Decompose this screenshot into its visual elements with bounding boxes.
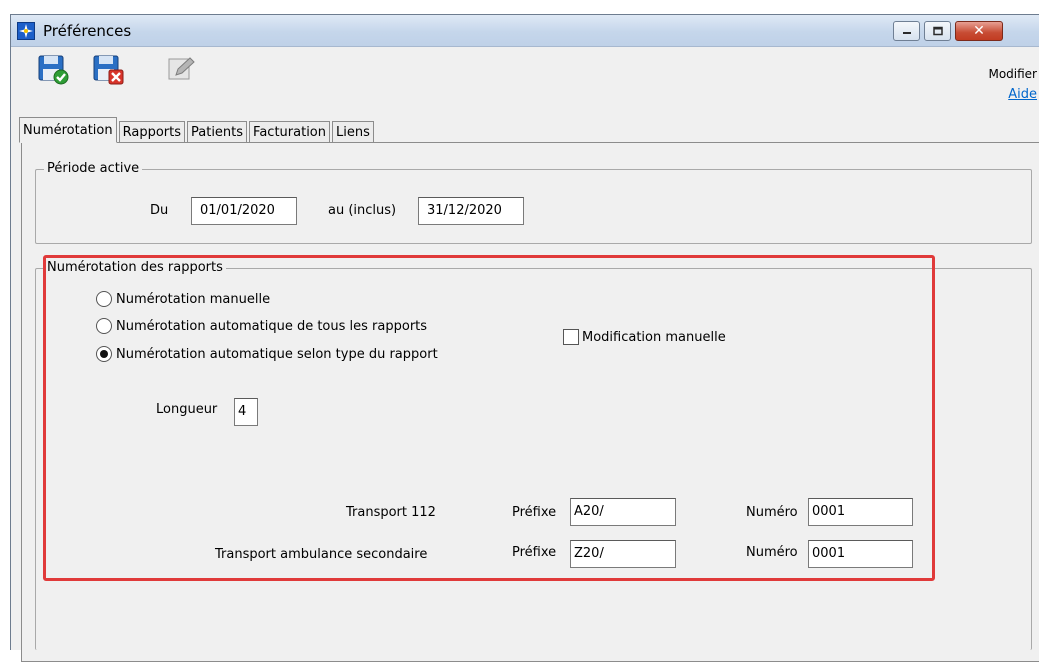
tab-numerotation[interactable]: Numérotation [19, 117, 117, 143]
edit-icon [168, 57, 195, 80]
periode-legend: Période active [44, 161, 143, 176]
minimize-icon [902, 32, 911, 34]
modifier-menu[interactable]: Modifier [988, 67, 1037, 81]
tab-liens[interactable]: Liens [332, 121, 374, 143]
restore-button[interactable] [924, 21, 951, 41]
minimize-button[interactable] [893, 21, 920, 41]
au-label: au (inclus) [328, 203, 397, 218]
close-icon: ✕ [973, 23, 985, 39]
du-date-field[interactable]: 01/01/2020 [191, 197, 297, 225]
highlight-annotation [43, 255, 935, 581]
app-icon [17, 22, 35, 40]
title-bar[interactable]: Préférences ✕ [11, 15, 1039, 47]
save-button[interactable] [36, 53, 70, 87]
du-label: Du [150, 203, 169, 218]
save-check-icon [38, 55, 69, 85]
restore-icon [932, 26, 943, 36]
save-cancel-button[interactable] [91, 53, 125, 87]
tab-bar: Numérotation Rapports Patients Facturati… [19, 117, 376, 143]
au-date-field[interactable]: 31/12/2020 [418, 197, 524, 225]
tab-rapports[interactable]: Rapports [118, 121, 185, 143]
periode-groupbox: Période active [35, 161, 1032, 244]
tab-facturation[interactable]: Facturation [249, 121, 330, 143]
tab-patients[interactable]: Patients [187, 121, 248, 143]
window-title: Préférences [43, 22, 132, 40]
close-button[interactable]: ✕ [955, 21, 1003, 41]
aide-link[interactable]: Aide [1008, 87, 1037, 102]
save-cancel-icon [93, 55, 124, 85]
edit-button[interactable] [164, 53, 198, 87]
